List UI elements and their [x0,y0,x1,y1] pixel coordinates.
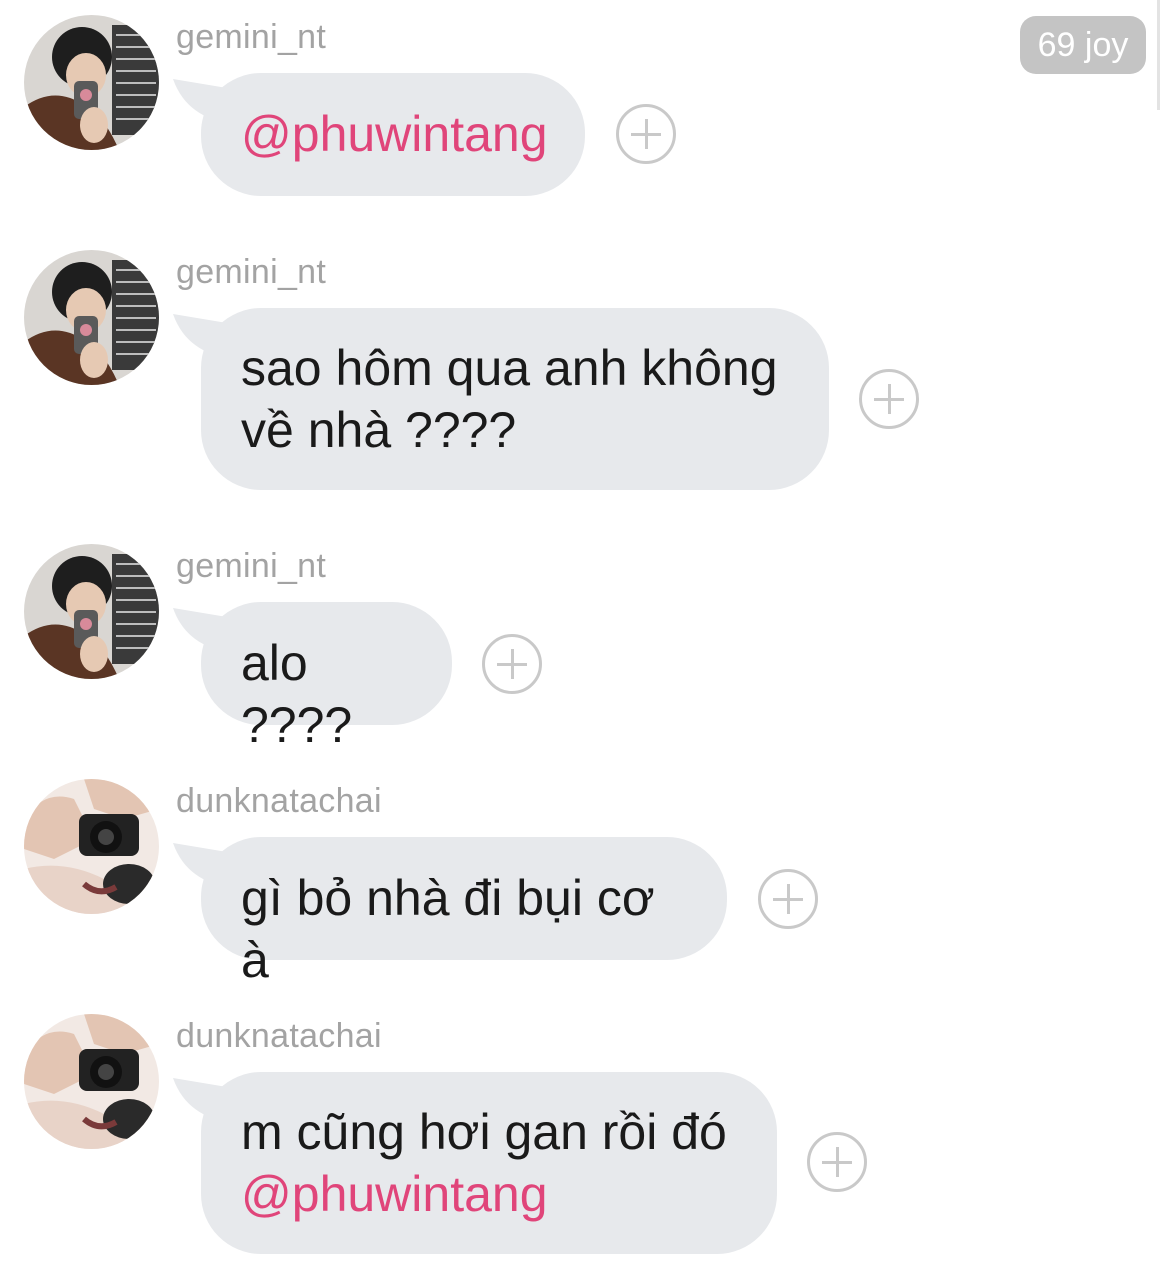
username[interactable]: dunknatachai [176,1016,382,1056]
avatar[interactable] [24,250,159,385]
avatar[interactable] [24,779,159,914]
bubble-tail-icon [173,79,233,125]
add-reaction-icon[interactable] [807,1132,867,1192]
joy-count-badge[interactable]: 69 joy [1020,16,1146,74]
message-text: về nhà ???? [241,402,517,458]
message-text: sao hôm qua anh không [241,340,778,396]
message-text: gì bỏ nhà đi bụi cơ à [241,870,655,988]
avatar-gemini-icon [24,250,159,385]
bubble-tail-icon [173,608,233,654]
avatar[interactable] [24,1014,159,1149]
avatar[interactable] [24,15,159,150]
mention-link[interactable]: @phuwintang [241,1163,737,1225]
add-reaction-icon[interactable] [859,369,919,429]
message-bubble[interactable]: @phuwintang [173,73,585,196]
avatar-dunk-icon [24,779,159,914]
username[interactable]: gemini_nt [176,17,326,57]
avatar-gemini-icon [24,15,159,150]
message-bubble[interactable]: gì bỏ nhà đi bụi cơ à [173,837,727,988]
add-reaction-icon[interactable] [616,104,676,164]
add-reaction-icon[interactable] [758,869,818,929]
bubble-tail-icon [173,314,233,360]
username[interactable]: dunknatachai [176,781,382,821]
message-bubble[interactable]: sao hôm qua anh không về nhà ???? [173,308,829,490]
message-text: alo ???? [241,635,353,753]
avatar-gemini-icon [24,544,159,679]
bubble-tail-icon [173,843,233,889]
avatar[interactable] [24,544,159,679]
mention-link[interactable]: @phuwintang [241,103,548,165]
message-bubble[interactable]: m cũng hơi gan rồi đó @phuwintang [173,1072,777,1254]
add-reaction-icon[interactable] [482,634,542,694]
scroll-indicator[interactable] [1157,0,1160,110]
username[interactable]: gemini_nt [176,252,326,292]
bubble-tail-icon [173,1078,233,1124]
username[interactable]: gemini_nt [176,546,326,586]
message-text: m cũng hơi gan rồi đó [241,1104,727,1160]
avatar-dunk-icon [24,1014,159,1149]
message-bubble[interactable]: alo ???? [173,602,452,753]
